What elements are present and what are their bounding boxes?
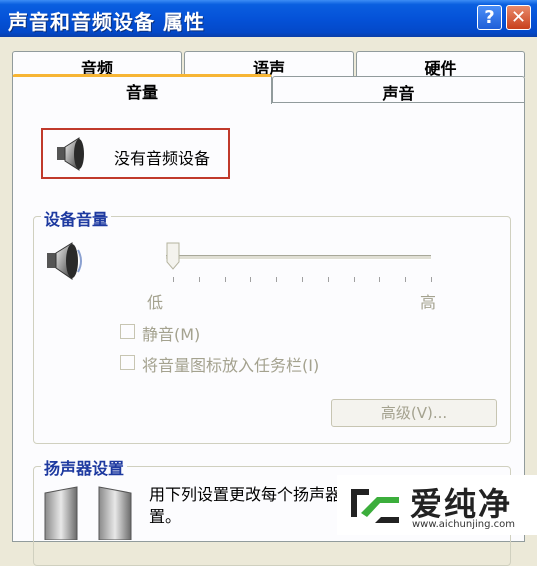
taskbar-icon-checkbox[interactable] — [120, 355, 135, 370]
device-info: 没有音频设备 — [41, 128, 230, 179]
volume-slider-track[interactable] — [166, 255, 431, 260]
tab-volume[interactable]: 音量 — [12, 74, 272, 104]
volume-tick — [276, 277, 278, 282]
brand-logo-icon — [351, 489, 399, 523]
tab-sounds[interactable]: 声音 — [272, 76, 525, 103]
mute-label: 静音(M) — [142, 325, 201, 344]
device-status-text: 没有音频设备 — [114, 149, 211, 168]
title-bar[interactable]: 声音和音频设备 属性 ? ✕ — [0, 0, 537, 37]
speaker-icon — [57, 137, 84, 171]
tab-hardware[interactable]: 硬件 — [356, 51, 525, 78]
help-button[interactable]: ? — [477, 5, 502, 30]
volume-tick — [302, 277, 303, 282]
close-icon: ✕ — [510, 7, 527, 28]
help-icon: ? — [484, 7, 495, 28]
volume-speaker-icon — [47, 242, 82, 280]
close-button[interactable]: ✕ — [506, 5, 531, 30]
window-title: 声音和音频设备 属性 — [8, 10, 205, 34]
volume-tick — [431, 277, 432, 282]
volume-tick — [353, 277, 355, 282]
volume-slider-thumb[interactable] — [166, 242, 180, 270]
mute-checkbox[interactable] — [120, 324, 135, 339]
brand-url: www.aichunjing.com — [412, 519, 515, 530]
watermark: 爱纯净 www.aichunjing.com — [337, 475, 537, 535]
tab-volume-label: 音量 — [125, 83, 158, 102]
tab-sounds-label: 声音 — [382, 84, 415, 103]
speaker-settings-description: 用下列设置更改每个扬声器的 置。 — [149, 484, 359, 528]
advanced-button[interactable]: 高级(V)... — [331, 399, 497, 427]
volume-tick — [198, 277, 200, 282]
speaker-right-icon — [98, 486, 132, 540]
volume-tick — [379, 277, 381, 282]
taskbar-icon-label: 将音量图标放入任务栏(I) — [142, 356, 320, 375]
speaker-settings-title: 扬声器设置 — [41, 455, 128, 479]
properties-dialog: 声音和音频设备 属性 ? ✕ 音频 语声 硬件 音量 声音 没有音频设备 设备音… — [0, 0, 537, 566]
volume-low-label: 低 — [147, 293, 164, 312]
volume-tick — [173, 277, 174, 282]
speaker-desc-line1: 用下列设置更改每个扬声器的 — [149, 485, 358, 504]
speaker-left-icon — [44, 486, 78, 540]
volume-tick — [405, 277, 407, 282]
tab-hardware-label: 硬件 — [424, 59, 457, 78]
volume-tick — [224, 277, 226, 282]
volume-tick — [327, 277, 329, 282]
speaker-desc-line2: 置。 — [149, 507, 182, 526]
volume-tick — [250, 277, 252, 282]
volume-high-label: 高 — [420, 293, 437, 312]
device-volume-title: 设备音量 — [41, 206, 112, 230]
